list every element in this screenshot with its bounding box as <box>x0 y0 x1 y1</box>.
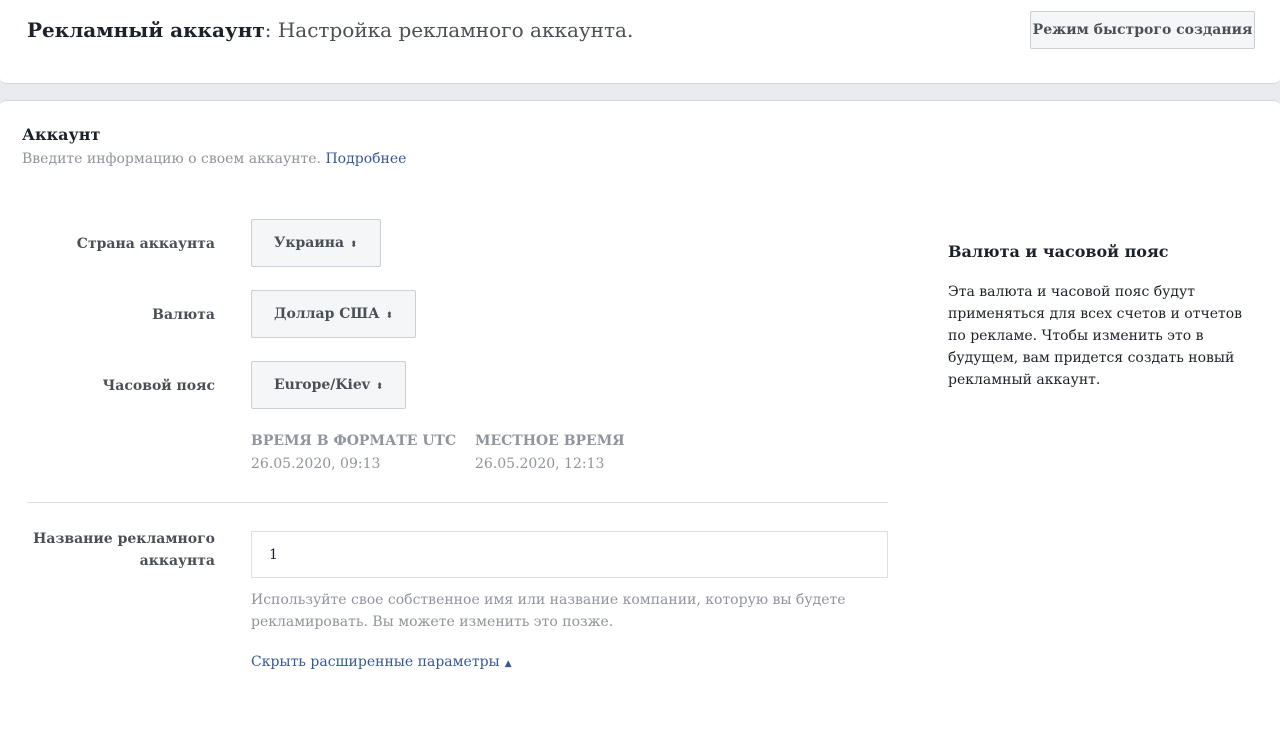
hide-advanced-options-link[interactable]: Скрыть расширенные параметры ▲ <box>251 654 512 670</box>
currency-label: Валюта <box>152 307 215 323</box>
country-select[interactable]: Украина ⬍ <box>251 219 381 267</box>
country-label: Страна аккаунта <box>76 236 215 252</box>
local-time-header: МЕСТНОЕ ВРЕМЯ <box>475 433 625 449</box>
page-title-bold: Рекламный аккаунт <box>27 18 265 42</box>
more-info-link[interactable]: Подробнее <box>325 151 406 167</box>
utc-time-header: ВРЕМЯ В ФОРМАТЕ UTC <box>251 433 457 449</box>
timezone-select-value: Europe/Kiev <box>274 377 370 393</box>
quick-mode-button[interactable]: Режим быстрого создания <box>1030 11 1255 49</box>
sort-arrows-icon: ⬍ <box>385 311 394 321</box>
ad-account-name-label-line1: Название рекламного <box>33 531 215 547</box>
currency-select-value: Доллар США <box>274 306 380 322</box>
hide-advanced-options-label: Скрыть расширенные параметры <box>251 654 500 670</box>
ad-account-name-input[interactable] <box>251 531 888 578</box>
sidebar-title: Валюта и часовой пояс <box>948 242 1169 261</box>
sort-arrows-icon: ⬍ <box>375 382 384 392</box>
ad-account-name-label-line2: аккаунта <box>139 553 215 569</box>
utc-time-value: 26.05.2020, 09:13 <box>251 456 381 472</box>
caret-up-icon: ▲ <box>504 659 512 669</box>
sidebar-text: Эта валюта и часовой пояс будут применят… <box>948 284 1243 388</box>
page-title-rest: : Настройка рекламного аккаунта. <box>264 18 634 42</box>
currency-select[interactable]: Доллар США ⬍ <box>251 290 417 338</box>
sort-arrows-icon: ⬍ <box>350 240 358 250</box>
country-select-value: Украина <box>274 235 345 251</box>
section-title: Аккаунт <box>22 125 101 144</box>
page-title: Рекламный аккаунт: Настройка рекламного … <box>27 17 633 43</box>
section-subtitle-text: Введите информацию о своем аккаунте. <box>22 151 322 167</box>
ad-account-name-label: Название рекламного аккаунта <box>33 528 215 572</box>
local-time-value: 26.05.2020, 12:13 <box>475 456 605 472</box>
timezone-label: Часовой пояс <box>102 378 216 394</box>
timezone-select[interactable]: Europe/Kiev ⬍ <box>251 361 407 409</box>
page-header: Рекламный аккаунт: Настройка рекламного … <box>0 0 1280 84</box>
account-setup-card: Аккаунт Введите информацию о своем аккау… <box>0 100 1280 742</box>
divider <box>27 502 888 503</box>
section-subtitle: Введите информацию о своем аккаунте. Под… <box>22 151 406 167</box>
ad-account-name-hint: Используйте свое собственное имя или наз… <box>251 592 846 630</box>
